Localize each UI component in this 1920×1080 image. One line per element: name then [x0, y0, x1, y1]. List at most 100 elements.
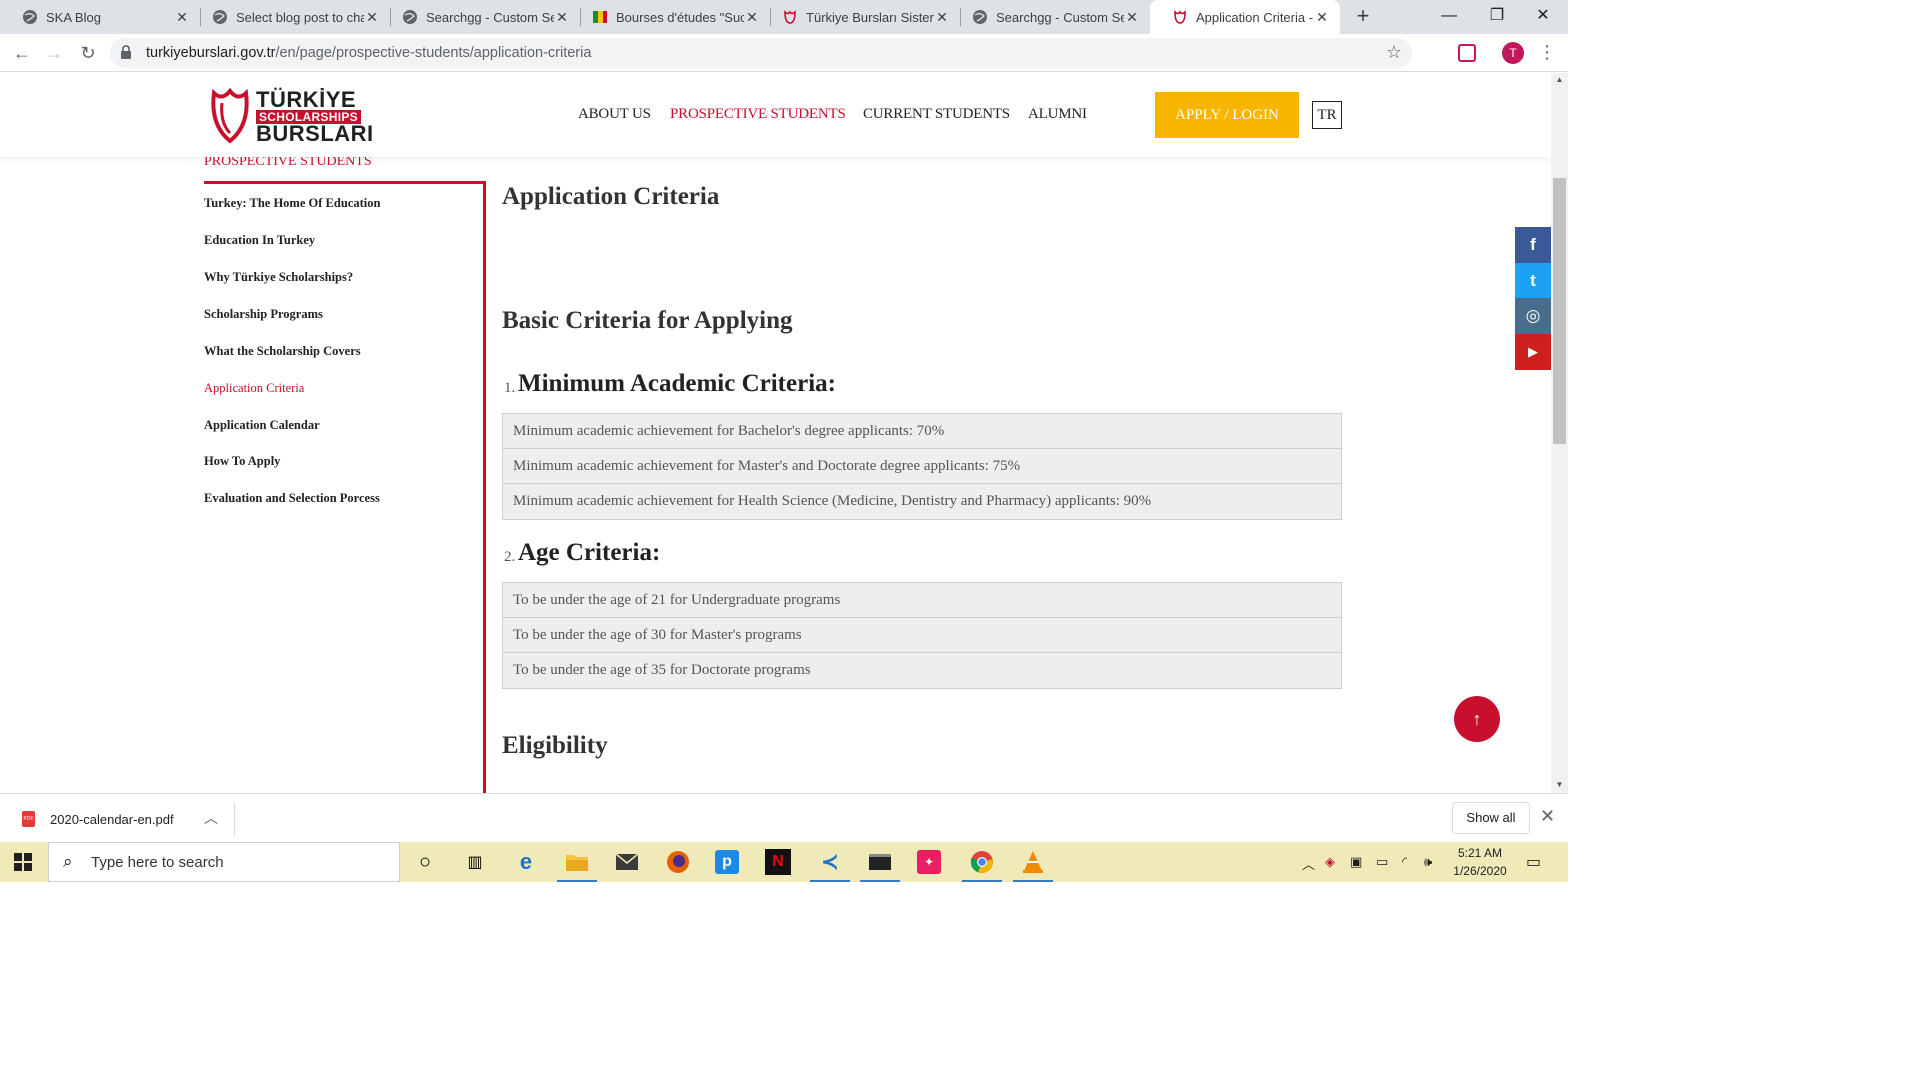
- nav-alumni[interactable]: ALUMNI: [1028, 106, 1087, 123]
- nav-current-students[interactable]: CURRENT STUDENTS: [863, 106, 1010, 123]
- close-icon[interactable]: ✕: [1124, 9, 1140, 26]
- globe-icon: [212, 9, 228, 25]
- mail-icon[interactable]: [613, 848, 641, 876]
- tab-title: Türkiye Bursları Sistemi: [806, 9, 934, 25]
- close-icon[interactable]: ✕: [744, 9, 760, 26]
- firefox-icon[interactable]: [664, 848, 692, 876]
- vlc-icon[interactable]: [1019, 848, 1047, 876]
- app-active-indicator: [810, 880, 850, 882]
- new-tab-button[interactable]: +: [1352, 5, 1374, 29]
- browser-tab-bar: SKA Blog ✕ Select blog post to cha ✕ Sea…: [0, 0, 1568, 34]
- security-center-icon[interactable]: ▣: [1350, 854, 1362, 870]
- browser-tab[interactable]: Select blog post to cha ✕: [190, 0, 390, 34]
- browser-toolbar: ← → ↻ turkiyeburslari.gov.tr/en/page/pro…: [0, 34, 1568, 72]
- sidebar-item-application-calendar[interactable]: Application Calendar: [204, 418, 320, 433]
- download-file-name[interactable]: 2020-calendar-en.pdf: [50, 812, 174, 827]
- close-icon[interactable]: ✕: [174, 9, 190, 26]
- youtube-icon[interactable]: ▶: [1515, 334, 1551, 370]
- tulip-icon: [782, 9, 798, 25]
- browser-tab[interactable]: Bourses d'études "Succ ✕: [570, 0, 770, 34]
- edge-icon[interactable]: e: [512, 848, 540, 876]
- kebab-menu-icon[interactable]: ⋮: [1538, 42, 1556, 63]
- apply-login-button[interactable]: APPLY / LOGIN: [1155, 92, 1299, 138]
- instagram-icon[interactable]: ◎: [1515, 298, 1551, 334]
- show-all-downloads-button[interactable]: Show all: [1452, 802, 1530, 834]
- close-icon[interactable]: ✕: [1314, 9, 1330, 26]
- extension-icon[interactable]: [1458, 44, 1476, 62]
- profile-avatar[interactable]: T: [1502, 42, 1524, 64]
- cortana-icon[interactable]: ○: [411, 848, 439, 876]
- volume-icon[interactable]: 🕪: [1424, 854, 1432, 870]
- window-close-icon[interactable]: ✕: [1520, 0, 1566, 32]
- scroll-up-icon[interactable]: ▲: [1553, 75, 1566, 84]
- vscode-icon[interactable]: ≺: [816, 848, 844, 876]
- search-icon: ⌕: [63, 852, 73, 871]
- browser-tab[interactable]: SKA Blog ✕: [0, 0, 200, 34]
- url-domain: turkiyeburslari.gov.tr: [146, 45, 276, 61]
- lock-icon: [120, 44, 132, 65]
- language-toggle-button[interactable]: TR: [1312, 101, 1342, 129]
- arrow-right-icon[interactable]: →: [40, 40, 68, 66]
- chevron-up-icon[interactable]: ︿: [1302, 854, 1315, 873]
- minimize-icon[interactable]: —: [1426, 0, 1472, 32]
- age-criteria-table: To be under the age of 21 for Undergradu…: [502, 582, 1342, 689]
- sidebar-item-how-to-apply[interactable]: How To Apply: [204, 454, 280, 469]
- download-bar: PDF 2020-calendar-en.pdf ︿ Show all ✕: [0, 793, 1568, 842]
- scrollbar-thumb[interactable]: [1553, 178, 1566, 444]
- browser-tab[interactable]: Searchgg - Custom Sea ✕: [950, 0, 1150, 34]
- terminal-icon[interactable]: [866, 848, 894, 876]
- wifi-icon[interactable]: ◜: [1402, 854, 1407, 870]
- tab-title: Searchgg - Custom Sea: [426, 9, 554, 25]
- table-row: To be under the age of 35 for Doctorate …: [513, 662, 811, 678]
- address-bar[interactable]: turkiyeburslari.gov.tr/en/page/prospecti…: [110, 38, 1412, 68]
- close-icon[interactable]: ✕: [934, 9, 950, 26]
- system-clock[interactable]: 5:21 AM 1/26/2020: [1448, 844, 1512, 880]
- sidebar-item-education-in-turkey[interactable]: Education In Turkey: [204, 233, 315, 248]
- back-to-top-button[interactable]: ↑: [1454, 696, 1500, 742]
- sidebar-item-evaluation-selection[interactable]: Evaluation and Selection Porcess: [204, 491, 380, 506]
- task-view-icon[interactable]: ▥: [461, 848, 489, 876]
- tab-title: Searchgg - Custom Sea: [996, 9, 1124, 25]
- sidebar-item-why-scholarships[interactable]: Why Türkiye Scholarships?: [204, 270, 353, 285]
- browser-tab[interactable]: Türkiye Bursları Sistemi ✕: [760, 0, 960, 34]
- antivirus-icon[interactable]: ◈: [1325, 854, 1335, 870]
- tulip-icon: [1172, 9, 1188, 25]
- scroll-down-icon[interactable]: ▼: [1553, 780, 1566, 789]
- app-active-indicator: [962, 880, 1002, 882]
- subheading-age-criteria: Age Criteria:: [518, 539, 661, 566]
- pdf-file-icon: PDF: [22, 811, 35, 827]
- sidebar-item-scholarship-programs[interactable]: Scholarship Programs: [204, 307, 323, 322]
- facebook-icon[interactable]: f: [1515, 227, 1551, 263]
- tab-title: Application Criteria - P: [1196, 9, 1314, 25]
- netflix-icon[interactable]: N: [765, 849, 791, 875]
- nav-about-us[interactable]: ABOUT US: [578, 106, 651, 123]
- taskbar-search-box[interactable]: ⌕ Type here to search: [48, 842, 400, 882]
- close-icon[interactable]: ✕: [1540, 806, 1555, 827]
- notification-icon[interactable]: ▭: [1526, 852, 1541, 872]
- star-icon[interactable]: ☆: [1386, 42, 1402, 63]
- browser-tab[interactable]: Searchgg - Custom Sea ✕: [380, 0, 580, 34]
- site-logo[interactable]: TÜRKİYE SCHOLARSHIPS BURSLARI: [208, 83, 373, 147]
- sidebar-item-home-of-education[interactable]: Turkey: The Home Of Education: [204, 196, 380, 211]
- battery-icon[interactable]: ▭: [1376, 854, 1388, 870]
- media-app-icon[interactable]: ✦: [917, 850, 941, 874]
- nav-prospective-students[interactable]: PROSPECTIVE STUDENTS: [670, 106, 846, 123]
- file-explorer-icon[interactable]: [563, 848, 591, 876]
- chrome-icon[interactable]: [968, 848, 996, 876]
- close-icon[interactable]: ✕: [554, 9, 570, 26]
- windows-start-icon[interactable]: [14, 853, 32, 871]
- chevron-up-icon[interactable]: ︿: [204, 808, 218, 828]
- sidebar-item-scholarship-covers[interactable]: What the Scholarship Covers: [204, 344, 361, 359]
- close-icon[interactable]: ✕: [364, 9, 380, 26]
- arrow-left-icon[interactable]: ←: [8, 40, 36, 66]
- publisher-icon[interactable]: p: [715, 850, 739, 874]
- twitter-icon[interactable]: t: [1515, 263, 1551, 299]
- table-row: To be under the age of 30 for Master's p…: [503, 618, 1341, 653]
- browser-tab-active[interactable]: Application Criteria - P ✕: [1150, 0, 1340, 34]
- url-path: /en/page/prospective-students/applicatio…: [275, 45, 592, 61]
- restore-icon[interactable]: ❐: [1474, 0, 1520, 32]
- reload-icon[interactable]: ↻: [74, 40, 102, 66]
- table-row: Minimum academic achievement for Bachelo…: [503, 414, 1341, 449]
- table-row: Minimum academic achievement for Master'…: [503, 449, 1341, 484]
- sidebar-item-application-criteria[interactable]: Application Criteria: [204, 381, 304, 396]
